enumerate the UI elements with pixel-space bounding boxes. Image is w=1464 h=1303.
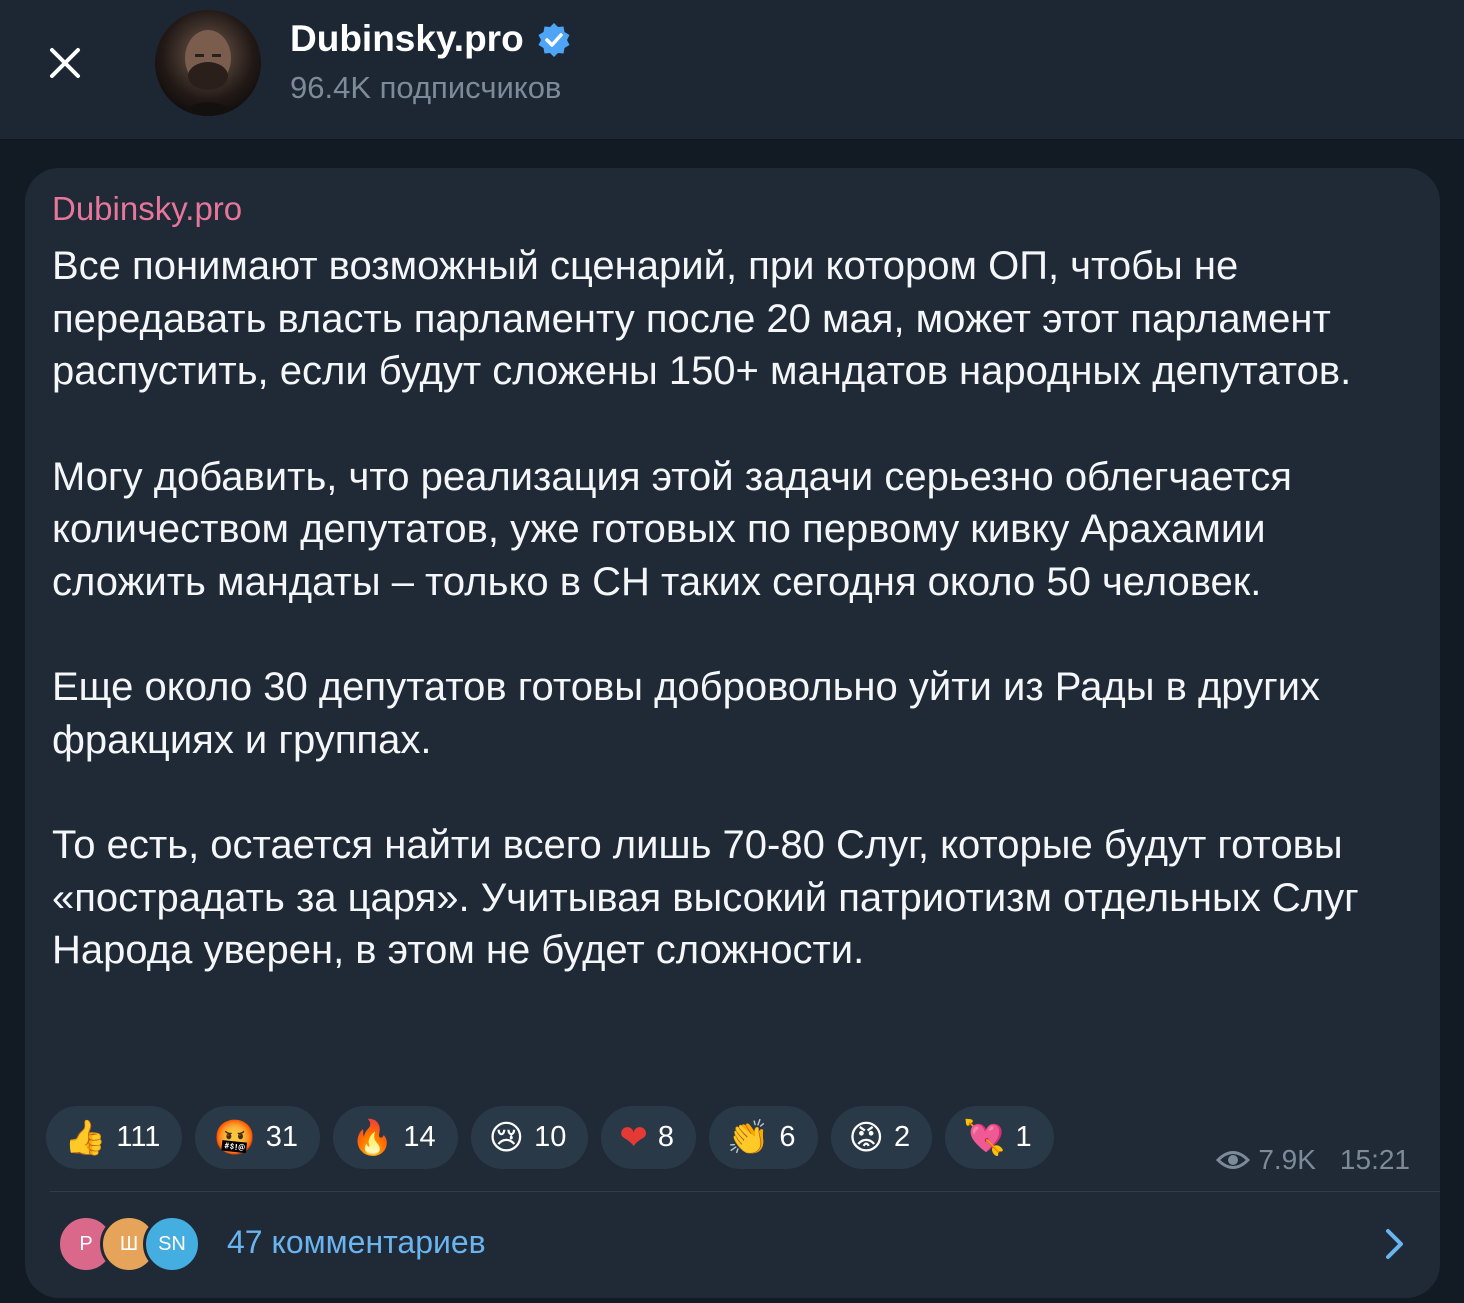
message-bubble: Dubinsky.pro Все понимают возможный сцен…: [25, 168, 1440, 1298]
reaction-angry-face[interactable]: 😡 2: [830, 1106, 933, 1169]
angry-face-icon: 😡: [848, 1117, 884, 1158]
comments-button[interactable]: Р Ш SN 47 комментариев: [25, 1192, 1440, 1296]
message-paragraph: То есть, остается найти всего лишь 70-80…: [52, 823, 1359, 972]
reaction-cursing-face[interactable]: 🤬 31: [195, 1106, 321, 1169]
cursing-face-icon: 🤬: [213, 1117, 256, 1158]
reaction-count: 1: [1015, 1121, 1032, 1153]
message-paragraph: Все понимают возможный сценарий, при кот…: [52, 244, 1352, 393]
reaction-fire[interactable]: 🔥 14: [333, 1106, 458, 1169]
view-count: 7.9K: [1258, 1144, 1316, 1175]
reaction-count: 2: [893, 1121, 911, 1153]
reaction-count: 8: [657, 1121, 675, 1153]
message-time: 15:21: [1339, 1144, 1410, 1175]
chevron-right-icon: [1386, 1229, 1403, 1259]
reaction-heart[interactable]: ❤ 8: [601, 1106, 697, 1169]
reactions-bar: 👍 111 🤬 31 🔥 14 😢 10 ❤ 8 👏 6 😡 2 💘 1: [46, 1106, 1054, 1169]
reaction-clapping-hands[interactable]: 👏 6: [709, 1106, 818, 1169]
message-text: Все понимают возможный сценарий, при кот…: [52, 240, 1422, 977]
reaction-heart-arrow[interactable]: 💘 1: [945, 1106, 1054, 1169]
channel-title[interactable]: Dubinsky.pro: [290, 18, 572, 60]
comments-count-label: 47 комментариев: [227, 1224, 486, 1260]
commenter-avatar: SN: [143, 1215, 201, 1273]
reaction-count: 111: [116, 1121, 161, 1153]
message-author[interactable]: Dubinsky.pro: [52, 190, 242, 228]
channel-avatar[interactable]: [155, 10, 261, 116]
reaction-count: 10: [534, 1121, 567, 1153]
channel-header: Dubinsky.pro 96.4K подписчиков: [0, 0, 1464, 140]
reaction-count: 31: [265, 1121, 299, 1153]
close-icon: [50, 48, 80, 78]
message-meta: 7.9K 15:21: [1216, 1144, 1410, 1176]
reaction-count: 6: [779, 1121, 796, 1153]
crying-face-icon: 😢: [488, 1117, 525, 1158]
message-paragraph: Еще около 30 депутатов готовы добровольн…: [52, 665, 1321, 762]
heart-icon: ❤: [619, 1117, 648, 1158]
channel-name: Dubinsky.pro: [290, 18, 524, 59]
verified-badge-icon: [538, 23, 570, 57]
heart-arrow-icon: 💘: [963, 1117, 1006, 1158]
subscriber-count: 96.4K подписчиков: [290, 70, 562, 105]
fire-icon: 🔥: [351, 1117, 394, 1158]
eye-icon: [1216, 1151, 1251, 1169]
clapping-hands-icon: 👏: [727, 1117, 770, 1158]
thumbs-up-icon: 👍: [64, 1117, 107, 1158]
reaction-count: 14: [403, 1121, 436, 1153]
close-button[interactable]: [40, 38, 90, 88]
message-paragraph: Могу добавить, что реализация этой задач…: [52, 454, 1292, 604]
reaction-crying-face[interactable]: 😢 10: [470, 1106, 589, 1169]
reaction-thumbs-up[interactable]: 👍 111: [46, 1106, 183, 1169]
